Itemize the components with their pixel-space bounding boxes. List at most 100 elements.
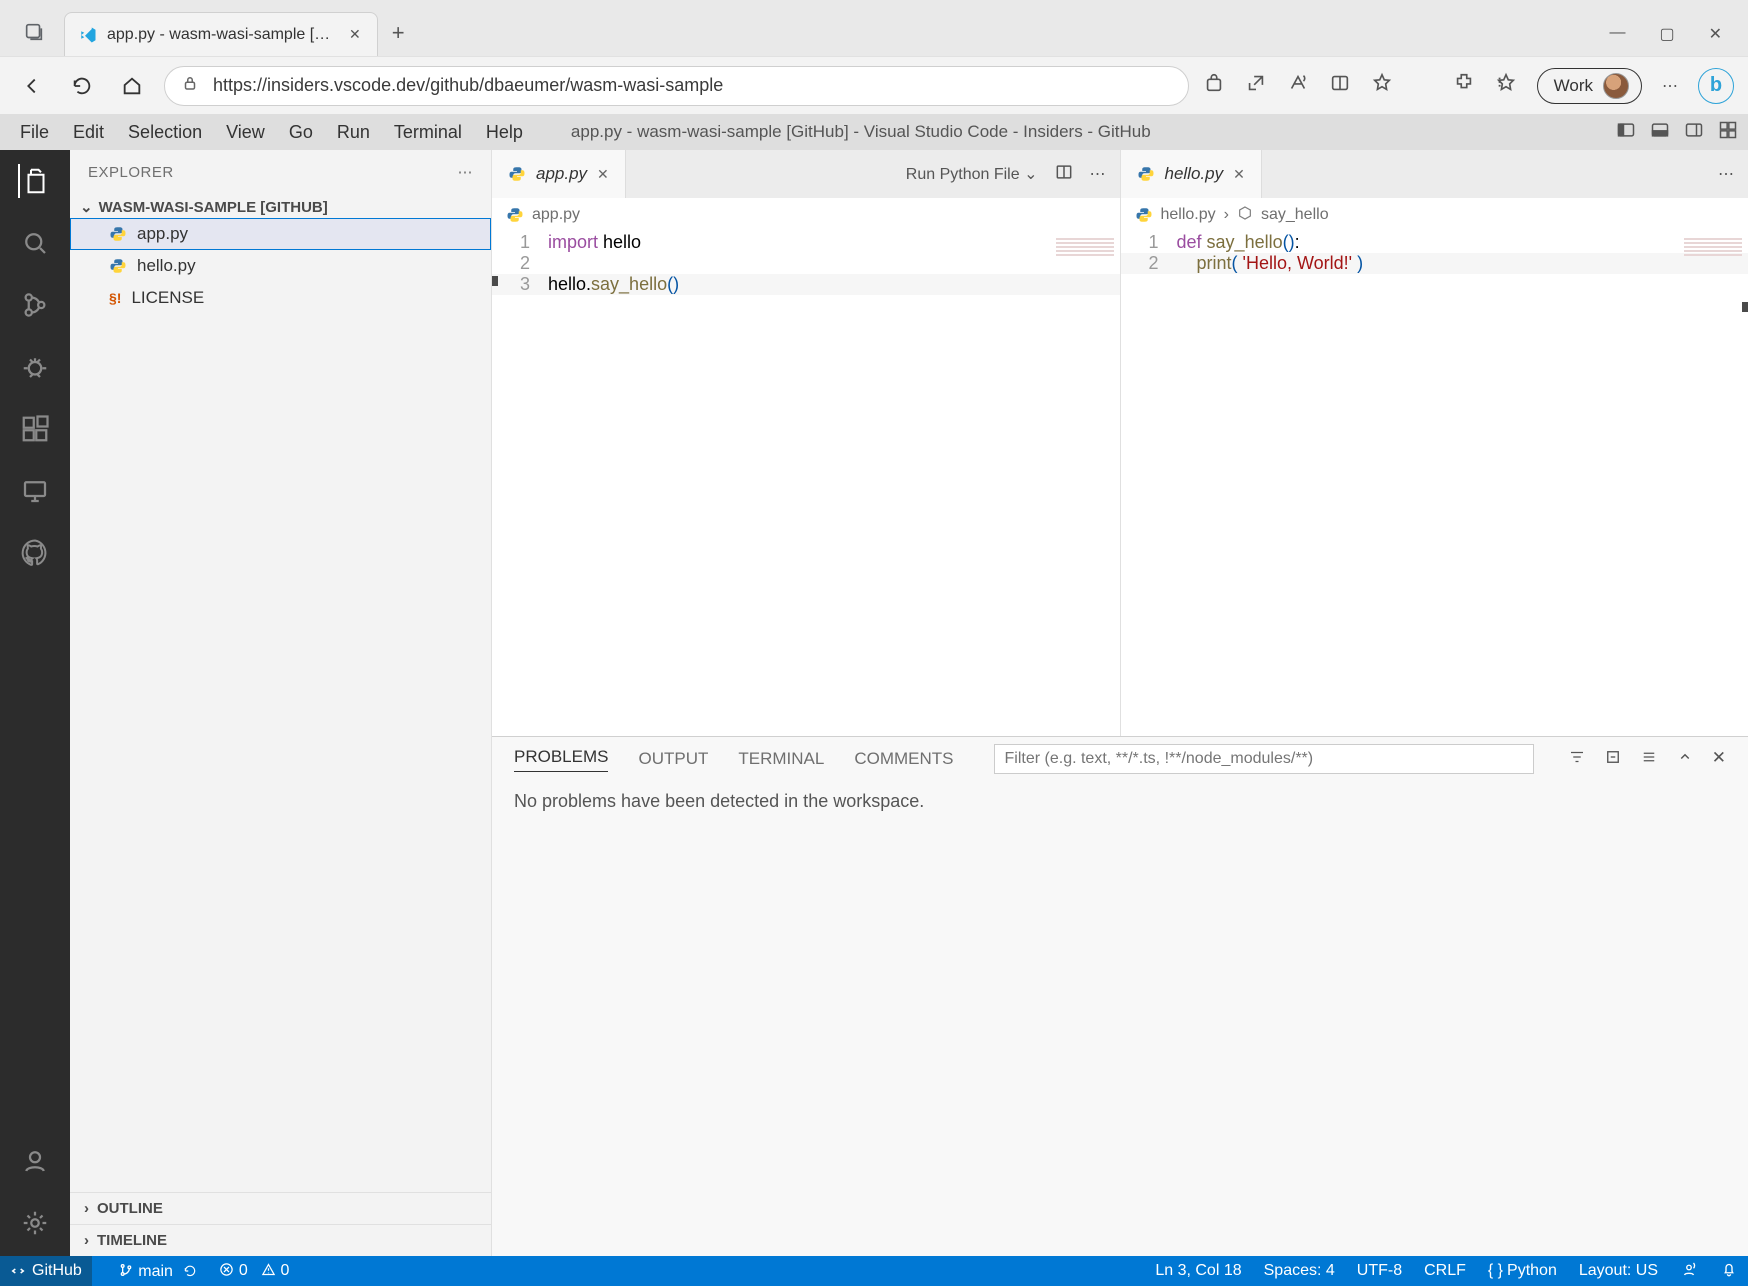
split-screen-icon[interactable] (1329, 72, 1351, 99)
menu-run[interactable]: Run (327, 118, 380, 147)
split-editor-icon[interactable] (1054, 162, 1074, 187)
collections-icon[interactable] (1495, 72, 1517, 99)
status-spaces[interactable]: Spaces: 4 (1264, 1262, 1335, 1280)
status-language[interactable]: { }Python (1488, 1262, 1557, 1280)
extensions-browser-icon[interactable] (1453, 72, 1475, 99)
panel-tab-output[interactable]: OUTPUT (638, 749, 708, 769)
profile-label: Work (1554, 76, 1593, 96)
github-activity-icon[interactable] (18, 536, 52, 570)
status-cursor-position[interactable]: Ln 3, Col 18 (1155, 1262, 1241, 1280)
window-minimize-icon[interactable]: — (1609, 24, 1625, 44)
toggle-panel-icon[interactable] (1650, 120, 1670, 145)
timeline-section[interactable]: ›TIMELINE (70, 1224, 491, 1256)
breadcrumb[interactable]: app.py (492, 198, 1120, 232)
menu-go[interactable]: Go (279, 118, 323, 147)
explorer-repo-section[interactable]: ⌄ WASM-WASI-SAMPLE [GITHUB] (70, 194, 491, 218)
favorites-icon[interactable] (1371, 72, 1393, 99)
code-editor-left[interactable]: 1import hello23hello.say_hello() (492, 232, 1120, 736)
browser-tab[interactable]: app.py - wasm-wasi-sample [Git... ✕ (64, 12, 378, 56)
bing-chat-icon[interactable]: b (1698, 68, 1734, 104)
toggle-primary-sidebar-icon[interactable] (1616, 120, 1636, 145)
more-browser-icon[interactable]: ⋯ (1662, 76, 1678, 96)
menu-edit[interactable]: Edit (63, 118, 114, 147)
minimap[interactable] (1684, 238, 1742, 256)
status-eol[interactable]: CRLF (1424, 1262, 1466, 1280)
editor-pane-left: app.py ✕ Run Python File ⌄ ⋯ app.py (492, 150, 1121, 736)
file-row-license[interactable]: §! LICENSE (70, 282, 491, 314)
customize-layout-icon[interactable] (1718, 120, 1738, 145)
tab-overview-icon[interactable] (16, 14, 52, 50)
window-maximize-icon[interactable]: ▢ (1659, 24, 1674, 44)
status-notifications-icon[interactable] (1720, 1260, 1738, 1283)
tab-label: app.py (536, 164, 587, 184)
menu-terminal[interactable]: Terminal (384, 118, 472, 147)
minimap[interactable] (1056, 238, 1114, 256)
explorer-more-icon[interactable]: ⋯ (458, 163, 474, 181)
bottom-panel: PROBLEMS OUTPUT TERMINAL COMMENTS ✕ (492, 736, 1748, 1256)
code-line[interactable]: 2 (492, 253, 1120, 274)
editor-tab-app[interactable]: app.py ✕ (492, 150, 626, 198)
panel-tab-problems[interactable]: PROBLEMS (514, 747, 608, 772)
menu-selection[interactable]: Selection (118, 118, 212, 147)
back-button[interactable] (14, 68, 50, 104)
site-lock-icon[interactable] (181, 74, 199, 97)
status-remote[interactable]: GitHub (0, 1256, 92, 1286)
toggle-secondary-sidebar-icon[interactable] (1684, 120, 1704, 145)
code-line[interactable]: 2 print( 'Hello, World!' ) (1121, 253, 1748, 274)
panel-tab-terminal[interactable]: TERMINAL (738, 749, 824, 769)
run-debug-activity-icon[interactable] (18, 350, 52, 384)
code-line[interactable]: 1import hello (492, 232, 1120, 253)
refresh-button[interactable] (64, 68, 100, 104)
status-layout[interactable]: Layout: US (1579, 1262, 1658, 1280)
problems-filter-input[interactable] (994, 744, 1534, 774)
source-control-activity-icon[interactable] (18, 288, 52, 322)
search-activity-icon[interactable] (18, 226, 52, 260)
code-line[interactable]: 1def say_hello(): (1121, 232, 1748, 253)
view-as-list-icon[interactable] (1640, 748, 1658, 771)
new-tab-button[interactable]: + (392, 20, 405, 46)
file-row-app[interactable]: app.py (70, 218, 491, 250)
collapse-all-icon[interactable] (1604, 748, 1622, 771)
code-editor-right[interactable]: 1def say_hello():2 print( 'Hello, World!… (1121, 232, 1748, 736)
file-row-hello[interactable]: hello.py (70, 250, 491, 282)
code-line[interactable]: 3hello.say_hello() (492, 274, 1120, 295)
close-tab-icon[interactable]: ✕ (347, 24, 363, 45)
run-python-button[interactable]: Run Python File ⌄ (906, 164, 1038, 184)
read-aloud-icon[interactable] (1287, 72, 1309, 99)
shopping-icon[interactable] (1203, 72, 1225, 99)
profile-pill[interactable]: Work (1537, 68, 1642, 104)
menu-view[interactable]: View (216, 118, 275, 147)
open-external-icon[interactable] (1245, 72, 1267, 99)
menu-help[interactable]: Help (476, 118, 533, 147)
filter-icon[interactable] (1568, 748, 1586, 771)
menu-file[interactable]: File (10, 118, 59, 147)
breadcrumb[interactable]: hello.py › say_hello (1121, 198, 1748, 232)
status-branch[interactable]: main (118, 1262, 198, 1281)
settings-activity-icon[interactable] (18, 1206, 52, 1240)
editor-more-icon[interactable]: ⋯ (1090, 164, 1106, 184)
panel-tab-comments[interactable]: COMMENTS (854, 749, 953, 769)
explorer-activity-icon[interactable] (18, 164, 52, 198)
editor-tab-hello[interactable]: hello.py ✕ (1121, 150, 1262, 198)
remote-explorer-activity-icon[interactable] (18, 474, 52, 508)
status-problems[interactable]: 0 0 (219, 1262, 289, 1280)
status-feedback-icon[interactable] (1680, 1260, 1698, 1283)
window-close-icon[interactable]: ✕ (1709, 24, 1722, 44)
chevron-right-icon: › (84, 1232, 89, 1249)
chevron-down-icon: ⌄ (1024, 166, 1037, 183)
python-file-icon (109, 225, 127, 243)
editor-more-icon[interactable]: ⋯ (1718, 164, 1734, 184)
panel-maximize-icon[interactable] (1676, 748, 1694, 771)
close-tab-icon[interactable]: ✕ (597, 166, 609, 183)
close-tab-icon[interactable]: ✕ (1233, 166, 1245, 183)
outline-section[interactable]: ›OUTLINE (70, 1192, 491, 1224)
accounts-activity-icon[interactable] (18, 1144, 52, 1178)
extensions-activity-icon[interactable] (18, 412, 52, 446)
panel-close-icon[interactable]: ✕ (1712, 748, 1726, 771)
status-encoding[interactable]: UTF-8 (1357, 1262, 1402, 1280)
home-button[interactable] (114, 68, 150, 104)
address-bar[interactable]: https://insiders.vscode.dev/github/dbaeu… (164, 66, 1189, 106)
file-name: hello.py (137, 256, 196, 276)
python-file-icon (1137, 165, 1155, 183)
scroll-indicator (492, 276, 498, 286)
